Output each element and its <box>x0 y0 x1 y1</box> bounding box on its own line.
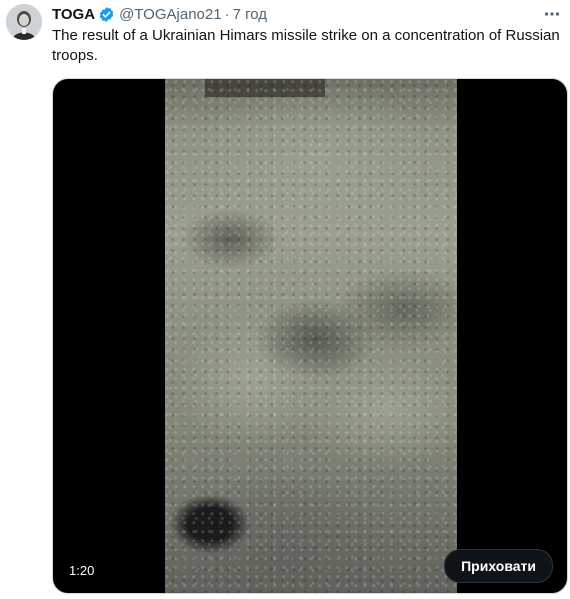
author-handle[interactable]: @TOGAjano21 <box>119 6 222 23</box>
avatar-portrait-icon <box>6 4 42 40</box>
video-player[interactable]: 1:20 Приховати <box>52 78 568 594</box>
verified-badge-icon <box>98 6 115 23</box>
video-frame-top-strip <box>205 79 325 97</box>
author-name[interactable]: TOGA <box>52 6 95 23</box>
tweet-header: TOGA @TOGAjano21 · 7 год <box>52 4 562 24</box>
timestamp[interactable]: 7 год <box>233 6 267 23</box>
more-options-icon[interactable] <box>542 4 562 24</box>
avatar[interactable] <box>6 4 42 40</box>
tweet: TOGA @TOGAjano21 · 7 год The result of a… <box>0 0 570 599</box>
video-frame <box>165 79 457 593</box>
hide-button[interactable]: Приховати <box>444 549 553 583</box>
video-duration: 1:20 <box>65 562 99 579</box>
separator-dot: · <box>224 5 230 23</box>
tweet-text: The result of a Ukrainian Himars missile… <box>52 27 560 64</box>
